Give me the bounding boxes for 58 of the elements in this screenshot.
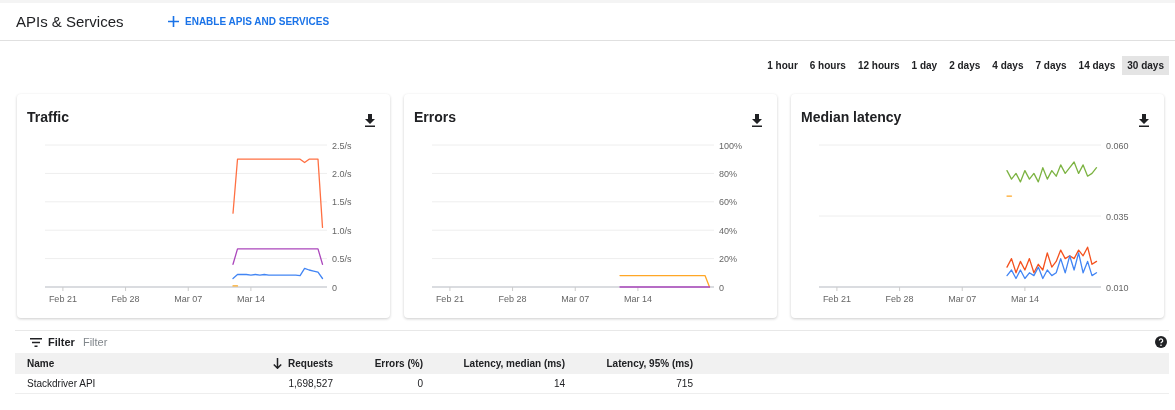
axis-label: 40% bbox=[719, 225, 737, 236]
axis-label: Mar 14 bbox=[236, 294, 265, 304]
axis-label: 2.0/s bbox=[332, 168, 352, 179]
axis-label: 0.010 bbox=[1106, 282, 1129, 293]
axis-label: 60% bbox=[719, 197, 737, 208]
axis-label: 1.5/s bbox=[332, 197, 352, 208]
time-range-tab[interactable]: 7 days bbox=[1030, 56, 1072, 75]
axis-label: 0.060 bbox=[1106, 140, 1129, 151]
table-cell: 715 bbox=[565, 374, 693, 394]
plus-icon bbox=[168, 16, 179, 27]
column-header[interactable]: Latency, 95% (ms) bbox=[565, 353, 693, 374]
table-cell: 14 bbox=[423, 374, 565, 394]
axis-label: Feb 28 bbox=[111, 294, 140, 304]
table-cell: 0 bbox=[333, 374, 423, 394]
column-header[interactable]: Errors (%) bbox=[333, 353, 423, 374]
column-header[interactable]: Latency, median (ms) bbox=[423, 353, 565, 374]
axis-label: Feb 28 bbox=[498, 294, 527, 304]
filter-label: Filter bbox=[48, 336, 75, 348]
download-icon[interactable] bbox=[1138, 114, 1150, 127]
time-range-tab[interactable]: 6 hours bbox=[804, 56, 851, 75]
axis-label: Feb 28 bbox=[885, 294, 914, 304]
axis-label: Mar 14 bbox=[1010, 294, 1039, 304]
filter-icon bbox=[30, 337, 42, 347]
enable-apis-button[interactable]: ENABLE APIS AND SERVICES bbox=[164, 14, 334, 29]
axis-label: 0 bbox=[332, 282, 337, 293]
table-cell: 1,698,527 bbox=[215, 374, 333, 394]
axis-label: Mar 07 bbox=[561, 294, 590, 304]
download-icon[interactable] bbox=[751, 114, 763, 127]
time-range-tab[interactable]: 1 hour bbox=[762, 56, 803, 75]
axis-label: Mar 07 bbox=[174, 294, 203, 304]
time-range-tab[interactable]: 1 day bbox=[906, 56, 943, 75]
axis-label: 0 bbox=[719, 282, 724, 293]
time-range-tab[interactable]: 4 days bbox=[987, 56, 1029, 75]
download-icon[interactable] bbox=[364, 114, 376, 127]
time-range-tab[interactable]: 14 days bbox=[1073, 56, 1121, 75]
card-title: Traffic bbox=[27, 108, 69, 125]
axis-label: Feb 21 bbox=[48, 294, 77, 304]
time-range-tab[interactable]: 12 hours bbox=[852, 56, 905, 75]
axis-label: 0.035 bbox=[1106, 211, 1129, 222]
help-icon[interactable] bbox=[1155, 336, 1167, 348]
axis-label: 100% bbox=[719, 140, 743, 151]
axis-label: Feb 21 bbox=[435, 294, 464, 304]
page-title: APIs & Services bbox=[16, 13, 125, 30]
table-cell: Stackdriver API bbox=[15, 374, 215, 394]
axis-label: 2.5/s bbox=[332, 140, 352, 151]
axis-label: 80% bbox=[719, 168, 737, 179]
axis-label: Feb 21 bbox=[822, 294, 851, 304]
time-range-tab[interactable]: 2 days bbox=[944, 56, 986, 75]
axis-label: 20% bbox=[719, 254, 737, 265]
column-header[interactable]: Requests bbox=[215, 353, 333, 374]
axis-label: Mar 14 bbox=[623, 294, 652, 304]
axis-label: 1.0/s bbox=[332, 225, 352, 236]
axis-label: 0.5/s bbox=[332, 254, 352, 265]
time-range-tab[interactable]: 30 days bbox=[1122, 56, 1169, 75]
card-title: Errors bbox=[414, 108, 457, 125]
column-header[interactable]: Name bbox=[15, 353, 215, 374]
axis-label: Mar 07 bbox=[948, 294, 977, 304]
card-title: Median latency bbox=[801, 108, 902, 125]
